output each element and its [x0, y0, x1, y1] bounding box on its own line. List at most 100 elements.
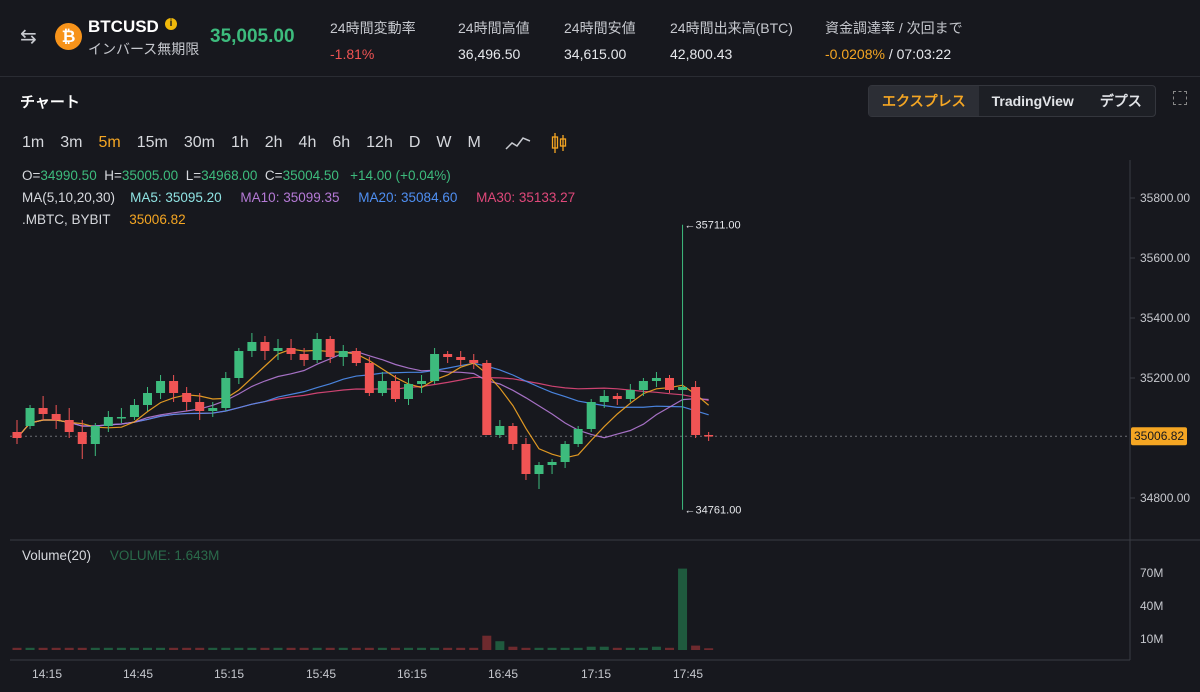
time-tick-label: 16:45: [488, 667, 518, 681]
volume-bar: [312, 647, 322, 650]
candle-body: [547, 462, 557, 465]
volume-bar: [364, 647, 374, 650]
candle-body: [195, 402, 205, 411]
candle-body: [51, 414, 61, 420]
candle-body: [443, 354, 453, 357]
candle-body: [573, 429, 583, 444]
volume-bar: [77, 647, 87, 650]
volume-bar: [143, 647, 152, 650]
volume-bar: [665, 647, 674, 650]
high-marker: ←35711.00: [685, 220, 741, 232]
candle-body: [364, 363, 374, 393]
volume-bar: [417, 647, 427, 650]
volume-bar: [273, 647, 283, 650]
candle-body: [260, 342, 270, 351]
time-tick-label: 15:45: [306, 667, 336, 681]
candle-body: [704, 435, 714, 437]
candle-body: [234, 351, 244, 378]
volume-bar: [116, 647, 126, 650]
volume-bar: [651, 646, 661, 650]
candle-body: [678, 387, 688, 390]
time-tick-label: 16:15: [397, 667, 427, 681]
candle-body: [208, 408, 218, 411]
candle-body: [430, 354, 440, 381]
candle-body: [299, 354, 309, 360]
candle-body: [38, 408, 48, 414]
volume-bar: [51, 647, 61, 650]
candle-body: [390, 381, 400, 399]
volume-bar: [469, 647, 479, 650]
ma5-line: [16, 348, 710, 459]
candle-body: [90, 426, 100, 444]
candle-body: [143, 393, 152, 405]
candle-body: [612, 396, 622, 399]
volume-bar: [169, 647, 179, 650]
volume-bar: [521, 647, 531, 650]
volume-bar: [482, 635, 492, 650]
candle-body: [404, 384, 413, 399]
candle-body: [338, 351, 348, 357]
current-price-label: 35006.82: [1134, 429, 1184, 443]
volume-bar: [260, 647, 270, 650]
volume-bar: [208, 647, 218, 650]
volume-bar: [377, 647, 387, 650]
volume-bar: [443, 647, 453, 650]
candle-body: [495, 426, 505, 435]
candle-body: [129, 405, 139, 417]
candle-body: [25, 408, 35, 426]
volume-bar: [64, 647, 74, 650]
price-chart[interactable]: 35800.00 35600.00 35400.00 35200.00 34800.00…: [0, 0, 1200, 691]
candle-body: [273, 348, 283, 351]
price-tick-label: 35200.00: [1140, 371, 1190, 385]
candle-body: [469, 360, 479, 363]
volume-bar: [25, 647, 35, 650]
candle-body: [312, 339, 322, 360]
volume-tick-label: 70M: [1140, 566, 1163, 580]
time-tick-label: 17:45: [673, 667, 703, 681]
time-tick-label: 15:15: [214, 667, 244, 681]
candle-body: [156, 381, 166, 393]
volume-bar: [560, 647, 570, 650]
volume-bar: [351, 647, 361, 650]
volume-bar: [612, 647, 622, 650]
price-tick-label: 34800.00: [1140, 491, 1190, 505]
volume-bar: [156, 647, 166, 650]
volume-bar: [12, 647, 22, 650]
candle-body: [377, 381, 387, 393]
candle-body: [64, 420, 74, 432]
volume-bar: [678, 568, 688, 650]
volume-bar: [495, 641, 505, 650]
candle-body: [169, 381, 179, 393]
candle-body: [665, 378, 674, 390]
time-tick-label: 17:15: [581, 667, 611, 681]
ma30-line: [16, 376, 709, 439]
candle-body: [482, 363, 492, 435]
candle-body: [77, 432, 87, 444]
volume-tick-label: 40M: [1140, 599, 1163, 613]
candle-body: [103, 417, 113, 426]
volume-bar: [38, 647, 48, 650]
candle-body: [182, 393, 192, 402]
candle-body: [638, 381, 648, 390]
volume-bar: [404, 647, 413, 650]
volume-bar: [456, 647, 466, 650]
volume-bar: [691, 645, 701, 650]
volume-bar: [195, 647, 205, 650]
volume-bar: [338, 647, 348, 650]
candle-body: [116, 417, 126, 419]
volume-bar: [299, 647, 309, 650]
candle-body: [247, 342, 257, 351]
candle-body: [560, 444, 570, 462]
volume-bar: [221, 647, 231, 650]
volume-bar: [625, 647, 635, 650]
volume-bar: [182, 647, 192, 650]
volume-bar: [129, 647, 139, 650]
low-marker: ←34761.00: [685, 505, 742, 517]
ma10-line: [16, 350, 709, 439]
volume-bar: [704, 648, 714, 650]
price-tick-label: 35600.00: [1140, 251, 1190, 265]
candle-body: [221, 378, 231, 408]
candle-body: [534, 465, 544, 474]
volume-bar: [534, 647, 544, 650]
candle-body: [651, 378, 661, 381]
